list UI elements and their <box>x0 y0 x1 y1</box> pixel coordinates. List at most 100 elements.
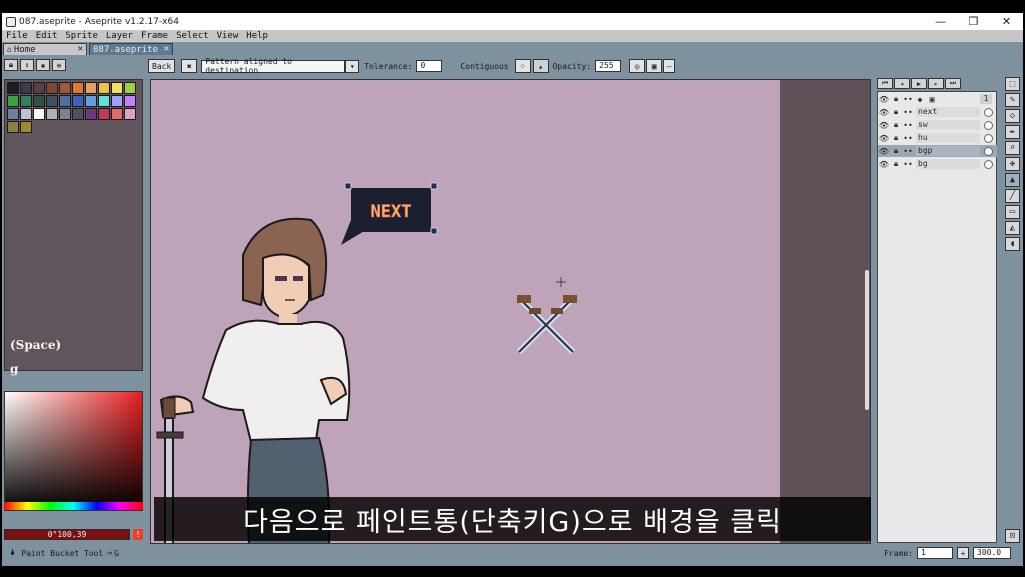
palette-swatch[interactable] <box>20 82 32 94</box>
zoom-tool-icon[interactable]: ⌕ <box>1005 141 1020 155</box>
layer-name[interactable]: sw <box>916 120 980 130</box>
tab-home[interactable]: ⌂ Home ✕ <box>3 43 87 55</box>
lock-icon[interactable]: 🔒︎ <box>890 107 902 117</box>
palette-menu-icon[interactable]: ≡ <box>52 59 66 71</box>
palette-swatch[interactable] <box>59 108 71 120</box>
eyedropper-tool-icon[interactable]: ✒ <box>1005 125 1020 139</box>
save-palette-icon[interactable]: ▪ <box>36 59 50 71</box>
chevron-down-icon[interactable]: ▾ <box>345 59 360 73</box>
preview-tool-icon[interactable]: ⊡ <box>1005 529 1020 543</box>
lock-icon[interactable]: 🔒︎ <box>890 120 902 130</box>
palette-swatch[interactable] <box>7 82 19 94</box>
vertical-scrollbar[interactable] <box>865 270 869 410</box>
layer-row[interactable]: 👁︎ 🔒︎ •• hu <box>878 132 997 144</box>
palette-swatch[interactable] <box>124 95 136 107</box>
sort-icon[interactable]: ⬇ <box>20 59 34 71</box>
cel-icon[interactable] <box>984 133 993 143</box>
next-frame-icon[interactable]: ▸ <box>928 78 944 89</box>
palette-swatch[interactable] <box>98 82 110 94</box>
visibility-icon[interactable]: 👁︎ <box>878 108 890 117</box>
sample-icon[interactable]: ▣ <box>646 59 663 73</box>
continuous-icon[interactable]: •• <box>902 108 914 117</box>
palette-swatch[interactable] <box>85 95 97 107</box>
cel-icon[interactable] <box>984 146 993 156</box>
pattern-select[interactable]: Pattern aligned to destination <box>201 57 346 75</box>
rectangle-tool-icon[interactable]: ▭ <box>1005 205 1020 219</box>
more-options-icon[interactable]: – <box>663 59 676 73</box>
palette-swatch[interactable] <box>72 95 84 107</box>
back-button[interactable]: Back <box>148 59 176 73</box>
continuous-icon[interactable]: •• <box>902 121 914 130</box>
menu-file[interactable]: File <box>2 31 32 41</box>
palette-swatch[interactable] <box>20 121 32 133</box>
layer-name[interactable]: hu <box>916 133 980 143</box>
palette-swatch[interactable] <box>98 95 110 107</box>
layer-name[interactable]: next <box>916 107 980 117</box>
menu-help[interactable]: Help <box>242 31 272 41</box>
lock-icon[interactable]: 🔒︎ <box>4 59 18 71</box>
continuous-icon[interactable]: •• <box>902 160 914 169</box>
lock-icon[interactable]: 🔒︎ <box>890 146 902 156</box>
visibility-icon[interactable]: 👁︎ <box>878 134 890 143</box>
layer-name[interactable]: bgp <box>916 146 980 156</box>
paint-bucket-mode-icon[interactable]: ▴ <box>532 59 549 73</box>
continuous-icon[interactable]: •• <box>902 147 914 156</box>
palette-swatch[interactable] <box>33 82 45 94</box>
palette-swatch[interactable] <box>59 95 71 107</box>
palette-swatch[interactable] <box>111 108 123 120</box>
lock-icon[interactable]: 🔒︎ <box>890 133 902 143</box>
cel-icon[interactable] <box>984 120 993 130</box>
palette-swatch[interactable] <box>72 108 84 120</box>
contour-tool-icon[interactable]: ◭ <box>1005 221 1020 235</box>
contiguous-toggle-icon[interactable]: ⁘ <box>514 59 531 73</box>
sprite-canvas[interactable]: NEXT <box>151 80 780 543</box>
first-frame-icon[interactable]: ⏮ <box>877 78 893 89</box>
menu-layer[interactable]: Layer <box>102 31 137 41</box>
eraser-tool-icon[interactable]: ◇ <box>1005 109 1020 123</box>
menu-view[interactable]: View <box>213 31 243 41</box>
menu-sprite[interactable]: Sprite <box>61 31 102 41</box>
frame-input[interactable]: 1 <box>917 547 953 559</box>
layer-row[interactable]: 👁︎ 🔒︎ •• bg <box>878 158 997 170</box>
sprite-editor[interactable]: NEXT <box>150 79 871 544</box>
palette-swatch[interactable] <box>46 82 58 94</box>
palette-swatch[interactable] <box>7 108 19 120</box>
palette-swatch[interactable] <box>124 82 136 94</box>
palette-swatch[interactable] <box>111 82 123 94</box>
palette-swatch[interactable] <box>46 108 58 120</box>
cel-icon[interactable] <box>984 107 993 117</box>
palette-swatch[interactable] <box>20 95 32 107</box>
close-button[interactable]: ✕ <box>990 13 1023 30</box>
palette-swatch[interactable] <box>33 108 45 120</box>
palette-swatch[interactable] <box>72 82 84 94</box>
tab-document[interactable]: 087.aseprite ✕ <box>89 43 173 55</box>
layer-name[interactable]: bg <box>916 159 980 169</box>
visibility-icon[interactable]: 👁︎ <box>878 121 890 130</box>
opacity-input[interactable]: 255 <box>595 60 622 72</box>
zoom-input[interactable]: 300.0 <box>973 547 1011 559</box>
palette-swatch[interactable] <box>7 121 19 133</box>
palette-swatch[interactable] <box>111 95 123 107</box>
play-icon[interactable]: ▶ <box>911 78 927 89</box>
visibility-icon[interactable]: 👁︎ <box>878 147 890 156</box>
layer-row[interactable]: 👁︎ 🔒︎ •• next <box>878 106 997 118</box>
ink-icon[interactable]: ◎ <box>629 59 646 73</box>
palette-swatch[interactable] <box>46 95 58 107</box>
hue-slider[interactable] <box>4 502 143 510</box>
menu-frame[interactable]: Frame <box>137 31 172 41</box>
continuous-icon[interactable]: •• <box>902 134 914 143</box>
add-frame-icon[interactable]: + <box>957 547 969 559</box>
tab-home-close-icon[interactable]: ✕ <box>78 44 83 54</box>
frame-number[interactable]: 1 <box>980 94 992 104</box>
lock-icon[interactable]: 🔒︎ <box>890 159 902 169</box>
palette-swatch[interactable] <box>124 108 136 120</box>
menu-select[interactable]: Select <box>172 31 213 41</box>
color-spectrum[interactable] <box>4 391 143 511</box>
pencil-tool-icon[interactable]: ✎ <box>1005 93 1020 107</box>
move-tool-icon[interactable]: ✥ <box>1005 157 1020 171</box>
palette-swatch[interactable] <box>33 95 45 107</box>
cel-icon[interactable] <box>984 159 993 169</box>
palette-swatch[interactable] <box>85 82 97 94</box>
palette-swatch[interactable] <box>7 95 19 107</box>
palette-swatch[interactable] <box>20 108 32 120</box>
